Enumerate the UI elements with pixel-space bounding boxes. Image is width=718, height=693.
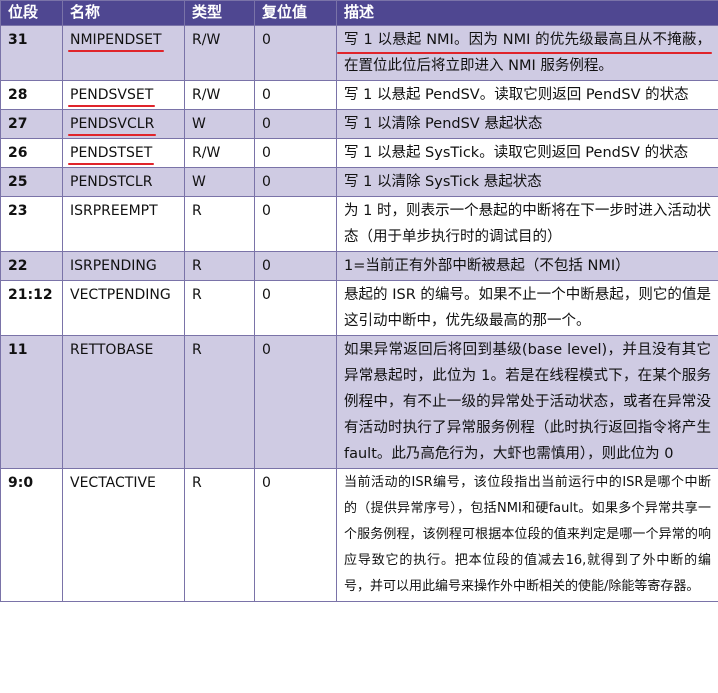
cell-type: W (184, 167, 255, 197)
cell-reset: 0 (254, 25, 337, 81)
cell-description: 如果异常返回后将回到基级(base level)，并且没有其它异常悬起时，此位为… (336, 335, 718, 469)
table-row: 9:0 VECTACTIVE R 0 当前活动的ISR编号，该位段指出当前运行中… (0, 468, 718, 602)
cell-reset: 0 (254, 251, 337, 281)
annotated-name: NMIPENDSET (68, 27, 164, 53)
cell-bit: 9:0 (0, 468, 63, 602)
cell-name: PENDSTSET (62, 138, 185, 168)
cell-description: 为 1 时，则表示一个悬起的中断将在下一步时进入活动状态（用于单步执行时的调试目… (336, 196, 718, 252)
annotated-name: PENDSVSET (67, 82, 156, 108)
annotated-name: PENDSVCLR (67, 111, 157, 137)
cell-name: PENDSVCLR (62, 109, 185, 139)
cell-description: 当前活动的ISR编号，该位段指出当前运行中的ISR是哪个中断的（提供异常序号），… (336, 468, 718, 602)
cell-description: 1=当前正有外部中断被悬起（不包括 NMI） (336, 251, 718, 281)
cell-name: PENDSTCLR (62, 167, 185, 197)
table-row: 21:12 VECTPENDING R 0 悬起的 ISR 的编号。如果不止一个… (0, 280, 718, 336)
cell-name: VECTPENDING (62, 280, 185, 336)
cell-bit: 31 (0, 25, 63, 81)
header-type: 类型 (184, 0, 255, 26)
cell-reset: 0 (254, 167, 337, 197)
header-reset: 复位值 (254, 0, 337, 26)
cell-name: ISRPENDING (62, 251, 185, 281)
cell-name: ISRPREEMPT (62, 196, 185, 252)
cell-reset: 0 (254, 196, 337, 252)
cell-name: PENDSVSET (62, 80, 185, 110)
cell-bit: 21:12 (0, 280, 63, 336)
cell-bit: 26 (0, 138, 63, 168)
cell-type: R/W (184, 80, 255, 110)
table-header-row: 位段 名称 类型 复位值 描述 (0, 0, 718, 26)
register-bit-table: 位段 名称 类型 复位值 描述 31 NMIPENDSET R/W 0 写 1 … (0, 0, 718, 602)
header-description: 描述 (336, 0, 718, 26)
cell-description: 写 1 以清除 SysTick 悬起状态 (336, 167, 718, 197)
cell-bit: 28 (0, 80, 63, 110)
cell-bit: 27 (0, 109, 63, 139)
cell-name: RETTOBASE (62, 335, 185, 469)
cell-type: R (184, 251, 255, 281)
cell-type: R/W (184, 138, 255, 168)
cell-type: R (184, 280, 255, 336)
cell-description: 写 1 以悬起 NMI。因为 NMI 的优先级最高且从不掩蔽，在置位此位后将立即… (336, 25, 718, 81)
cell-description: 悬起的 ISR 的编号。如果不止一个中断悬起，则它的值是这引动中断中，优先级最高… (336, 280, 718, 336)
cell-type: R (184, 196, 255, 252)
cell-reset: 0 (254, 80, 337, 110)
table-row: 23 ISRPREEMPT R 0 为 1 时，则表示一个悬起的中断将在下一步时… (0, 196, 718, 252)
cell-reset: 0 (254, 138, 337, 168)
table-row: 27 PENDSVCLR W 0 写 1 以清除 PendSV 悬起状态 (0, 109, 718, 139)
cell-type: R (184, 335, 255, 469)
cell-bit: 25 (0, 167, 63, 197)
table-row: 28 PENDSVSET R/W 0 写 1 以悬起 PendSV。读取它则返回… (0, 80, 718, 110)
table-row: 25 PENDSTCLR W 0 写 1 以清除 SysTick 悬起状态 (0, 167, 718, 197)
table-row: 26 PENDSTSET R/W 0 写 1 以悬起 SysTick。读取它则返… (0, 138, 718, 168)
cell-reset: 0 (254, 109, 337, 139)
cell-description: 写 1 以悬起 PendSV。读取它则返回 PendSV 的状态 (336, 80, 718, 110)
cell-reset: 0 (254, 280, 337, 336)
annotation-underline (337, 52, 712, 54)
header-bit: 位段 (0, 0, 63, 26)
cell-name: NMIPENDSET (62, 25, 185, 81)
cell-bit: 22 (0, 251, 63, 281)
cell-type: R (184, 468, 255, 602)
table-row: 22 ISRPENDING R 0 1=当前正有外部中断被悬起（不包括 NMI） (0, 251, 718, 281)
cell-name: VECTACTIVE (62, 468, 185, 602)
register-table-container: 位段 名称 类型 复位值 描述 31 NMIPENDSET R/W 0 写 1 … (0, 0, 718, 602)
cell-reset: 0 (254, 335, 337, 469)
cell-type: W (184, 109, 255, 139)
cell-type: R/W (184, 25, 255, 81)
table-row: 31 NMIPENDSET R/W 0 写 1 以悬起 NMI。因为 NMI 的… (0, 25, 718, 81)
annotated-name: PENDSTSET (67, 140, 155, 166)
cell-reset: 0 (254, 468, 337, 602)
cell-bit: 23 (0, 196, 63, 252)
cell-description: 写 1 以清除 PendSV 悬起状态 (336, 109, 718, 139)
table-row: 11 RETTOBASE R 0 如果异常返回后将回到基级(base level… (0, 335, 718, 469)
header-name: 名称 (62, 0, 185, 26)
cell-bit: 11 (0, 335, 63, 469)
cell-description: 写 1 以悬起 SysTick。读取它则返回 PendSV 的状态 (336, 138, 718, 168)
